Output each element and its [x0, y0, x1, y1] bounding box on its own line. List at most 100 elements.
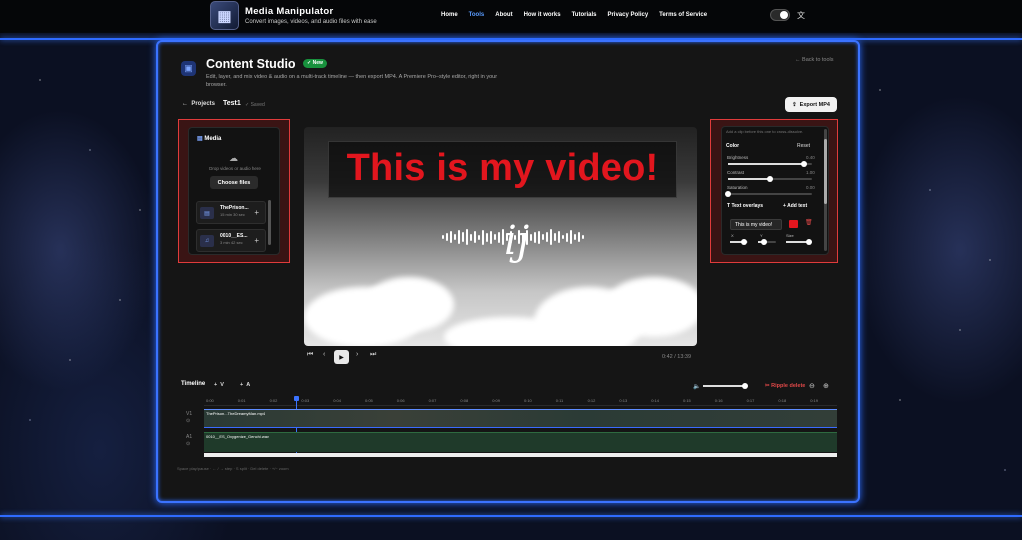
ripple-delete-button[interactable]: ✂ Ripple delete: [765, 383, 805, 389]
theme-toggle[interactable]: [770, 9, 790, 21]
media-item-meta: 15 min 30 sec: [220, 212, 245, 217]
playhead-handle[interactable]: [294, 396, 299, 401]
new-badge-label: New: [312, 60, 323, 66]
skip-end-icon[interactable]: ⏭: [370, 351, 376, 359]
media-scrollbar[interactable]: [268, 200, 271, 245]
overlay-color-swatch[interactable]: [789, 220, 798, 228]
drop-hint: Drop videos or audio here: [209, 166, 261, 171]
ruler-tick: 0:17: [746, 398, 755, 403]
cloud: [364, 277, 454, 332]
audio-track-name: A1: [186, 434, 193, 440]
reset-button[interactable]: Reset: [797, 143, 810, 149]
playback-time: 0:42 / 13:39: [662, 354, 692, 360]
volume-icon[interactable]: 🔈: [693, 383, 700, 390]
translate-icon[interactable]: 文: [797, 10, 805, 21]
slider-knob[interactable]: [767, 176, 773, 182]
ruler-tick: 0:03: [301, 398, 310, 403]
project-name[interactable]: Test1: [223, 100, 241, 107]
cloud: [604, 277, 697, 337]
media-folder-icon: ▤: [197, 136, 203, 142]
play-icon: ▶: [339, 354, 344, 361]
play-button[interactable]: ▶: [334, 350, 349, 364]
projects-label: Projects: [191, 101, 216, 107]
skip-start-icon[interactable]: ⏮: [307, 351, 313, 359]
video-clip-label: ThePrison...TheDreamyMan.mp4: [206, 411, 266, 416]
add-video-track-button[interactable]: + V: [214, 382, 224, 388]
scroll-thumb[interactable]: [824, 139, 827, 204]
add-text-label: Add text: [787, 203, 808, 209]
video-track-visibility-icon[interactable]: ⊙: [186, 418, 190, 424]
media-item[interactable]: ▤ ThePrison... 15 min 30 sec +: [196, 201, 266, 224]
zoom-out-icon[interactable]: ⊖: [809, 382, 815, 390]
volume-slider[interactable]: [703, 383, 748, 389]
timeline-scrollbar[interactable]: [204, 453, 837, 457]
nav-about[interactable]: About: [495, 12, 512, 18]
media-item-name: 0010__ES...: [220, 233, 248, 239]
size-label: Size: [786, 233, 794, 238]
add-text-button[interactable]: + Add text: [783, 203, 807, 209]
audio-track-mute-icon[interactable]: ⊙: [186, 441, 190, 447]
media-item-name: ThePrison...: [220, 205, 249, 211]
nav-tutorials[interactable]: Tutorials: [572, 12, 597, 18]
saturation-label: Saturation: [727, 185, 748, 190]
properties-scrollbar[interactable]: [824, 129, 827, 251]
video-file-icon: ▤: [200, 207, 214, 219]
overlay-text-input[interactable]: This is my video!: [730, 219, 782, 230]
ruler-tick: 0:15: [683, 398, 691, 403]
nav-links: Home Tools About How it works Tutorials …: [441, 12, 707, 18]
ruler-tick: 0:11: [555, 398, 564, 403]
size-slider[interactable]: [786, 239, 812, 245]
zoom-in-icon[interactable]: ⊕: [823, 382, 829, 390]
nav-tools[interactable]: Tools: [469, 12, 485, 18]
add-to-timeline-icon[interactable]: +: [254, 208, 259, 217]
back-label: Back to tools: [802, 57, 834, 63]
media-title: ▤ Media: [197, 135, 221, 142]
add-to-timeline-icon[interactable]: +: [254, 236, 259, 245]
slider-knob[interactable]: [800, 161, 807, 167]
ruler-tick: 0:14: [651, 398, 659, 403]
audio-clip[interactable]: [204, 432, 837, 452]
ripple-delete-label: Ripple delete: [771, 383, 806, 389]
page-title: Content Studio: [206, 57, 296, 71]
brand-title[interactable]: Media Manipulator: [245, 6, 377, 17]
audio-file-icon: ♫: [200, 235, 214, 247]
slider-knob[interactable]: [741, 239, 747, 245]
nav-terms-of-service[interactable]: Terms of Service: [659, 12, 707, 18]
scissors-icon: ✂: [765, 383, 770, 389]
y-slider[interactable]: [758, 239, 776, 245]
saturation-value: 0.00: [806, 185, 815, 190]
ruler-tick: 0:05: [365, 398, 373, 403]
audio-track-label: A1 ⊙: [186, 434, 192, 448]
brightness-slider[interactable]: [728, 161, 812, 167]
contrast-slider[interactable]: [728, 176, 812, 182]
volume-knob[interactable]: [742, 383, 748, 389]
trash-icon[interactable]: 🗑: [805, 219, 813, 226]
nav-privacy-policy[interactable]: Privacy Policy: [607, 12, 648, 18]
prev-frame-icon[interactable]: ‹: [323, 351, 325, 358]
media-item[interactable]: ♫ 0010__ES... 3 min 42 sec +: [196, 229, 266, 252]
choose-files-button[interactable]: Choose files: [210, 176, 258, 189]
toggle-knob: [780, 11, 788, 19]
saturation-slider[interactable]: [725, 191, 812, 197]
x-slider[interactable]: [730, 239, 748, 245]
page-description: Edit, layer, and mix video & audio on a …: [206, 74, 498, 88]
ruler-tick: 0:04: [333, 398, 341, 403]
slider-knob[interactable]: [761, 239, 767, 245]
slider-fill: [728, 178, 770, 180]
next-frame-icon[interactable]: ›: [356, 351, 358, 358]
slider-knob[interactable]: [806, 239, 812, 245]
video-clip[interactable]: [204, 409, 837, 428]
ruler-tick: 0:07: [428, 398, 437, 403]
projects-button[interactable]: ← Projects: [182, 101, 215, 107]
app-logo[interactable]: ▦: [210, 1, 239, 30]
export-mp4-button[interactable]: ⇪ Export MP4: [785, 97, 837, 112]
media-item-meta: 3 min 42 sec: [220, 240, 243, 245]
text-overlay[interactable]: This is my video!: [328, 147, 677, 190]
back-to-tools-link[interactable]: ← Back to tools: [795, 57, 834, 63]
clapper-icon: ▣: [181, 61, 196, 76]
nav-home[interactable]: Home: [441, 12, 458, 18]
add-audio-track-button[interactable]: + A: [240, 382, 250, 388]
ruler-tick: 0:10: [524, 398, 532, 403]
nav-how-it-works[interactable]: How it works: [524, 12, 561, 18]
slider-knob[interactable]: [725, 191, 731, 197]
